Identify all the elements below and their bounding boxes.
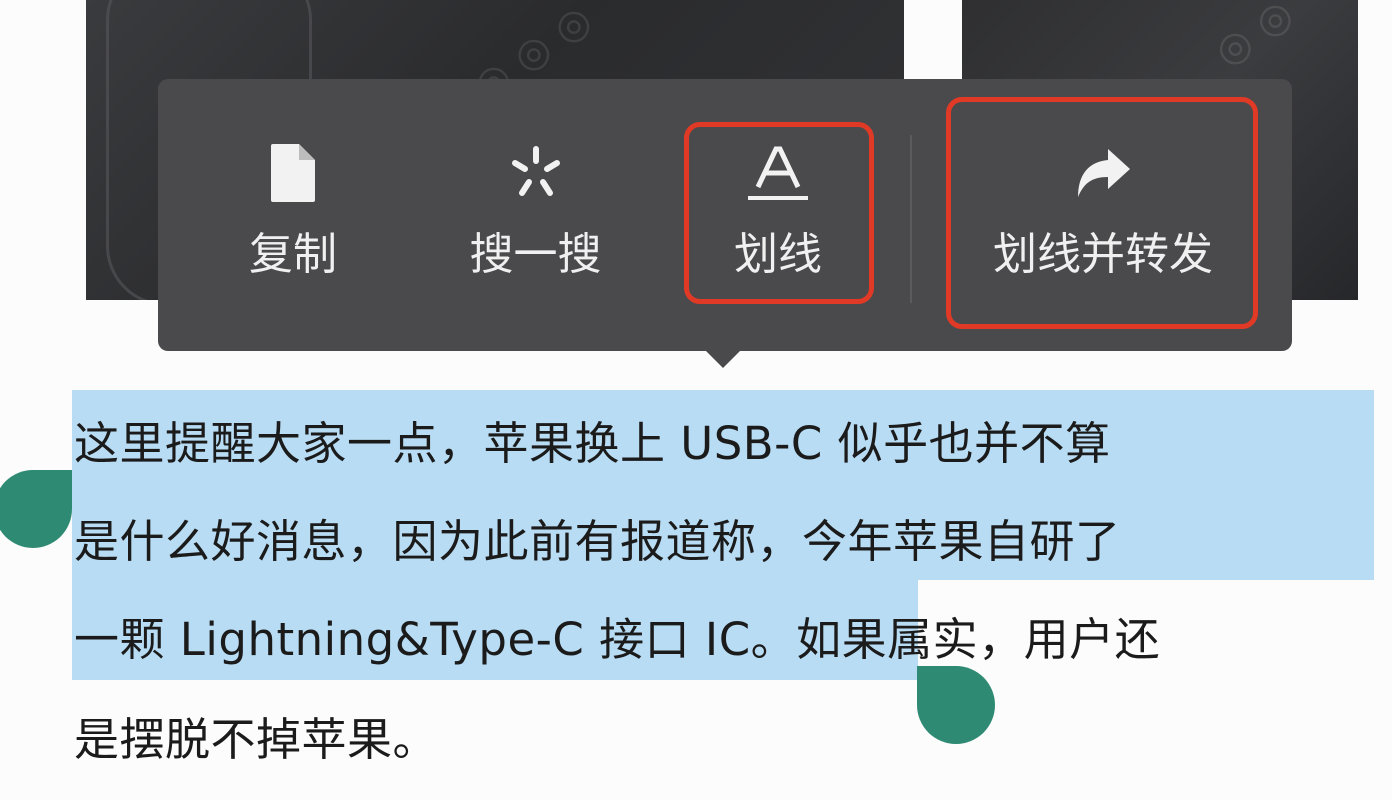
menu-divider: [910, 135, 912, 303]
article-line: 一颗 Lightning&Type-C 接口 IC。如果属实，用户还: [74, 603, 1160, 668]
copy-button[interactable]: 复制: [208, 79, 378, 351]
selected-text: 一颗 Lightning&Type-C 接口 IC。: [74, 613, 797, 666]
search-button[interactable]: 搜一搜: [438, 79, 633, 351]
selection-start-handle[interactable]: [0, 470, 72, 548]
text-selection-menu: 复制 搜一搜 划线 划线并转发: [158, 79, 1292, 351]
unselected-text: 如果属实，用户还: [796, 613, 1161, 666]
search-spark-icon: [506, 139, 566, 207]
article-line: 这里提醒大家一点，苹果换上 USB-C 似乎也并不算: [74, 417, 1111, 470]
article-line: 是摆脱不掉苹果。: [74, 713, 439, 766]
watermark-shape: ◎ ◎: [1206, 0, 1302, 76]
annotation-highlight-box: [684, 122, 874, 304]
copy-label: 复制: [249, 229, 337, 280]
annotation-highlight-box: [946, 97, 1258, 329]
document-icon: [269, 139, 317, 207]
menu-pointer-arrow: [706, 351, 740, 368]
selection-end-handle[interactable]: [917, 666, 995, 744]
article-line: 是什么好消息，因为此前有报道称，今年苹果自研了: [74, 515, 1121, 568]
search-label: 搜一搜: [469, 229, 602, 280]
